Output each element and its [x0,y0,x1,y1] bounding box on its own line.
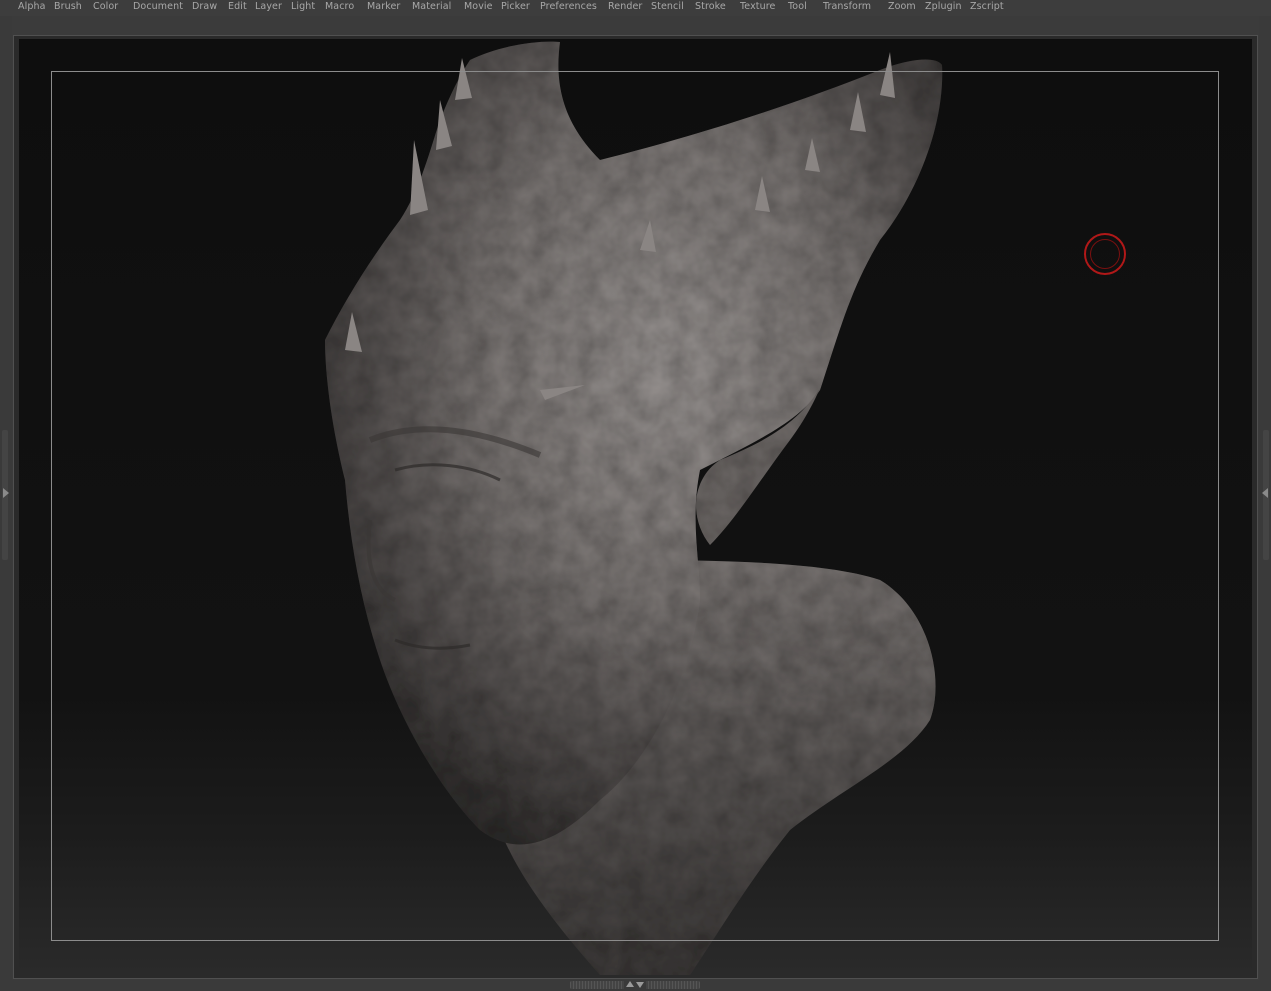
menu-stroke[interactable]: Stroke [695,1,726,12]
menu-color[interactable]: Color [93,1,118,12]
zbrush-window: Alpha Brush Color Document Draw Edit Lay… [0,0,1271,991]
menu-layer[interactable]: Layer [255,1,282,12]
menu-zoom[interactable]: Zoom [888,1,916,12]
collapse-down-arrow-icon[interactable] [636,982,644,988]
expand-left-arrow-icon[interactable] [3,488,9,498]
document-canvas[interactable] [19,39,1252,974]
menu-alpha[interactable]: Alpha [18,1,46,12]
menu-light[interactable]: Light [291,1,315,12]
menu-texture[interactable]: Texture [740,1,775,12]
menu-macro[interactable]: Macro [325,1,354,12]
menu-marker[interactable]: Marker [367,1,400,12]
menu-preferences[interactable]: Preferences [540,1,597,12]
brush-cursor-icon [1084,233,1126,275]
menu-document[interactable]: Document [133,1,183,12]
expand-right-arrow-icon[interactable] [1262,488,1268,498]
expand-up-arrow-icon[interactable] [626,981,634,987]
menu-movie[interactable]: Movie [464,1,493,12]
menu-edit[interactable]: Edit [228,1,247,12]
menu-transform[interactable]: Transform [823,1,871,12]
menu-stencil[interactable]: Stencil [651,1,684,12]
menu-brush[interactable]: Brush [54,1,82,12]
menu-picker[interactable]: Picker [501,1,530,12]
menu-bar: Alpha Brush Color Document Draw Edit Lay… [0,0,1271,16]
menu-render[interactable]: Render [608,1,642,12]
bottom-tray-toggle[interactable] [624,980,646,990]
menu-tool[interactable]: Tool [788,1,807,12]
menu-zplugin[interactable]: Zplugin [925,1,962,12]
menu-zscript[interactable]: Zscript [970,1,1004,12]
menu-material[interactable]: Material [412,1,451,12]
menu-draw[interactable]: Draw [192,1,217,12]
